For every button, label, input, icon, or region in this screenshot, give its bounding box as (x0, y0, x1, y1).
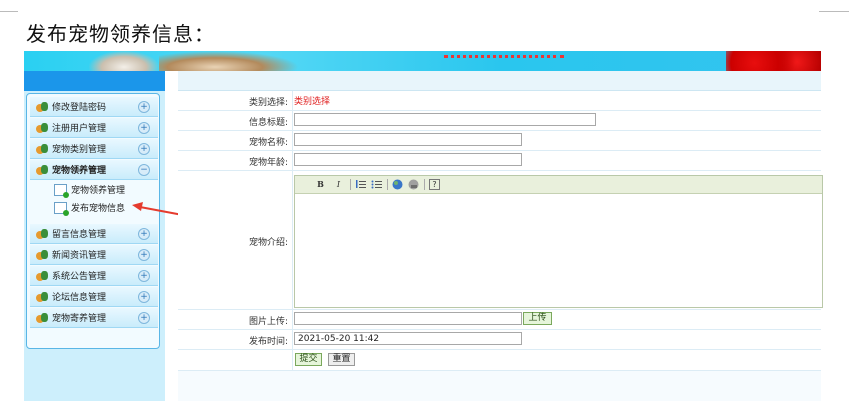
column-divider (292, 91, 293, 110)
unordered-list-icon[interactable] (371, 179, 382, 190)
title-label: 信息标题: (248, 118, 288, 128)
menu-item-label: 系统公告管理 (52, 272, 107, 282)
category-row: 类别选择: 类别选择 (178, 91, 821, 111)
banner-kittens-image (159, 51, 299, 71)
menu-item-forum[interactable]: 论坛信息管理 + (30, 287, 158, 307)
menu-item-label: 留言信息管理 (52, 230, 107, 240)
rich-text-editor[interactable]: B I ? (294, 175, 823, 308)
document-corner-mark (819, 11, 849, 12)
users-icon (36, 164, 48, 175)
form-header-bar (178, 71, 821, 91)
pet-age-row: 宠物年龄: (178, 151, 821, 171)
column-divider (292, 151, 293, 170)
toolbar-separator (387, 179, 388, 190)
reset-button[interactable]: 重置 (328, 353, 355, 366)
upload-button[interactable]: 上传 (523, 312, 552, 325)
expand-icon[interactable]: + (138, 249, 150, 261)
pet-name-input[interactable] (294, 133, 522, 146)
expand-icon[interactable]: + (138, 270, 150, 282)
menu-item-label: 修改登陆密码 (52, 103, 107, 113)
publish-time-row: 发布时间: 2021-05-20 11:42 (178, 330, 821, 350)
column-divider (292, 330, 293, 349)
action-row: 提交 重置 (178, 350, 821, 371)
expand-icon[interactable]: + (138, 122, 150, 134)
pet-name-row: 宠物名称: (178, 131, 821, 151)
expand-icon[interactable]: + (138, 228, 150, 240)
users-icon (36, 291, 48, 302)
publish-time-label: 发布时间: (248, 337, 288, 347)
pet-age-input[interactable] (294, 153, 522, 166)
site-banner (24, 51, 821, 71)
admin-sidebar: 修改登陆密码 + 注册用户管理 + 宠物类别管理 + 宠物领养管理 − 宠物领养… (24, 71, 165, 401)
document-title: 发布宠物领养信息： (26, 22, 215, 46)
users-icon (36, 270, 48, 281)
image-path-input[interactable] (294, 312, 522, 325)
form-panel: 类别选择: 类别选择 信息标题: 宠物名称: 宠物年龄: 宠物介绍: B I ?… (178, 71, 823, 371)
title-input[interactable] (294, 113, 596, 126)
toolbar-separator (350, 179, 351, 190)
bold-button[interactable]: B (315, 179, 326, 190)
menu-item-change-password[interactable]: 修改登陆密码 + (30, 97, 158, 117)
menu-item-user-management[interactable]: 注册用户管理 + (30, 118, 158, 138)
menu-item-label: 宠物寄养管理 (52, 314, 107, 324)
users-icon (36, 143, 48, 154)
expand-icon[interactable]: + (138, 143, 150, 155)
image-upload-row: 图片上传: 上传 (178, 310, 821, 330)
column-divider (292, 131, 293, 150)
expand-icon[interactable]: + (138, 312, 150, 324)
column-divider (292, 171, 293, 309)
column-divider (292, 111, 293, 130)
image-upload-label: 图片上传: (248, 317, 288, 327)
sidebar-header (24, 71, 165, 91)
insert-image-icon[interactable] (408, 179, 419, 190)
menu-item-label: 论坛信息管理 (52, 293, 107, 303)
users-icon (36, 228, 48, 239)
menu-item-pet-adoption[interactable]: 宠物领养管理 − (30, 160, 158, 180)
menu-item-label: 宠物类别管理 (52, 145, 107, 155)
users-icon (36, 122, 48, 133)
pet-name-label: 宠物名称: (248, 138, 288, 148)
users-icon (36, 249, 48, 260)
menu-item-label: 宠物领养管理 (52, 166, 107, 176)
category-select[interactable]: 类别选择 (294, 94, 330, 107)
banner-title-graphic (444, 51, 564, 58)
submenu-item-label: 发布宠物信息 (71, 204, 126, 214)
page-add-icon (54, 202, 69, 216)
expand-icon[interactable]: + (138, 101, 150, 113)
banner-flowers-image (726, 51, 821, 71)
expand-icon[interactable]: + (138, 291, 150, 303)
publish-time-input[interactable]: 2021-05-20 11:42 (294, 332, 522, 345)
italic-button[interactable]: I (333, 179, 344, 190)
banner-cat-image (89, 51, 159, 71)
help-button[interactable]: ? (429, 179, 440, 190)
menu-item-pet-category[interactable]: 宠物类别管理 + (30, 139, 158, 159)
form-footer-area (178, 371, 821, 401)
users-icon (36, 312, 48, 323)
submit-button[interactable]: 提交 (295, 353, 322, 366)
pet-age-label: 宠物年龄: (248, 158, 288, 168)
collapse-icon[interactable]: − (138, 164, 150, 176)
page-add-icon (54, 184, 69, 198)
title-row: 信息标题: (178, 111, 821, 131)
menu-item-label: 注册用户管理 (52, 124, 107, 134)
pet-intro-label: 宠物介绍: (248, 238, 288, 248)
menu-item-pet-boarding[interactable]: 宠物寄养管理 + (30, 308, 158, 328)
menu-item-message[interactable]: 留言信息管理 + (30, 224, 158, 244)
ordered-list-icon[interactable] (355, 179, 366, 190)
category-label: 类别选择: (248, 98, 288, 108)
menu-item-announcement[interactable]: 系统公告管理 + (30, 266, 158, 286)
insert-link-icon[interactable] (392, 179, 403, 190)
submenu-item-label: 宠物领养管理 (71, 186, 126, 196)
editor-toolbar: B I ? (295, 176, 822, 194)
document-corner-mark (0, 11, 18, 12)
users-icon (36, 101, 48, 112)
toolbar-separator (424, 179, 425, 190)
menu-item-news[interactable]: 新闻资讯管理 + (30, 245, 158, 265)
column-divider (292, 350, 293, 370)
column-divider (292, 310, 293, 329)
menu-item-label: 新闻资讯管理 (52, 251, 107, 261)
